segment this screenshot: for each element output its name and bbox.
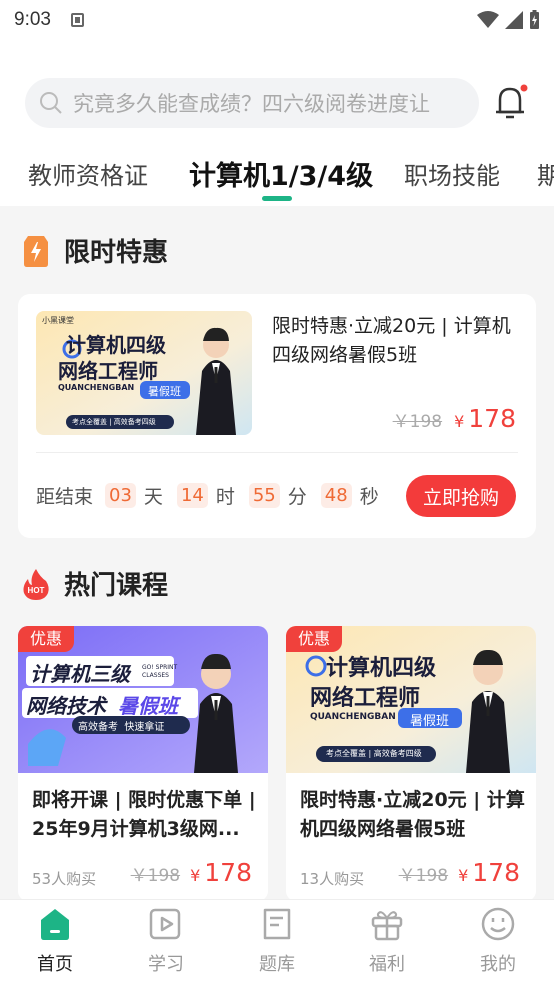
thumb-line1: 计算机四级 [326,656,437,681]
search-bar[interactable]: 究竟多久能查成绩？四六级阅卷进度让 [25,78,479,128]
tab-career-skills[interactable]: 职场技能 [404,156,500,191]
thumb-sub: QUANCHENGBAN [58,383,135,392]
currency-symbol: ¥ [454,412,465,431]
sale-price-value: 178 [472,858,520,887]
countdown-seconds: 48 [320,483,352,508]
thumb-footer: 考点全覆盖 | 高效备考四级 [326,749,422,758]
course-card-1[interactable]: 计算机三级 GO! SPRINT CLASSES 网络技术 暑假班 高效备考 快… [18,626,268,901]
currency-symbol: ¥ [458,866,469,885]
bell-icon [496,84,528,119]
thumb-line2: 网络工程师 [310,686,421,711]
smiley-icon [481,907,515,941]
thumb-line1: 计算机四级 [66,333,166,357]
currency-symbol: ¥ [190,866,201,885]
header: 究竟多久能查成绩？四六级阅卷进度让 教师资格证 计算机1/3/4级 职场技能 期 [0,40,554,206]
sale-price: ¥178 [458,858,520,887]
sale-price: ¥178 [454,404,516,433]
notification-indicator-icon [70,13,84,27]
course-card-2[interactable]: 计算机四级 网络工程师 QUANCHENGBAN 暑假班 考点全覆盖 | 高效备… [286,626,536,901]
sale-price-value: 178 [468,404,516,433]
thumb-tag: 暑假班 [410,714,450,729]
hot-courses-title: 热门课程 [64,571,169,601]
countdown-minutes-label: 分 [287,486,307,508]
discount-badge: 优惠 [286,626,343,652]
divider [36,452,518,453]
countdown-hours: 14 [176,483,208,508]
thumb-line2a: 网络技术 [26,694,106,718]
nav-question-bank[interactable]: 题库 [237,906,317,976]
thumb-tag: GO! SPRINT CLASSES [142,664,178,679]
course-card-1-title: 即将开课 | 限时优惠下单 | 25年9月计算机3级网... [32,789,256,840]
flash-sale-title: 限时特惠 [64,238,169,268]
search-icon [40,92,62,114]
nav-profile[interactable]: 我的 [458,906,538,976]
countdown-hours-label: 时 [215,486,235,508]
course-card-2-bought: 13人购买 [300,870,365,888]
nav-question-bank-label: 题库 [259,954,295,975]
flash-sale-course-title: 限时特惠·立减20元 | 计算机四级网络暑假5班 [272,315,511,366]
discount-badge: 优惠 [18,626,75,652]
original-price: ￥198 [130,866,181,886]
tab-more[interactable]: 期 [537,156,554,191]
status-time: 9:03 [14,9,51,30]
bottom-nav: 首页 学习 题库 福利 我的 [0,899,554,984]
hot-courses-heading: HOT 热门课程 [22,565,168,602]
tab-teacher-cert[interactable]: 教师资格证 [28,156,148,191]
nav-welfare[interactable]: 福利 [347,906,427,976]
countdown-days: 03 [105,483,136,508]
nav-home[interactable]: 首页 [15,906,95,976]
original-price: ￥198 [392,412,443,432]
svg-text:HOT: HOT [28,586,45,595]
hot-flame-icon: HOT [23,568,49,600]
search-placeholder: 究竟多久能查成绩？四六级阅卷进度让 [73,92,430,116]
nav-home-label: 首页 [37,954,73,975]
thumb-line2: 网络工程师 [58,359,158,383]
gift-icon [371,911,403,941]
sale-price: ¥178 [190,858,252,887]
flash-sale-prices: ￥198 ¥178 [393,404,516,433]
thumb-line2b: 暑假班 [118,694,178,718]
nav-study-label: 学习 [148,954,184,975]
course-card-2-title: 限时特惠·立减20元 | 计算机四级网络暑假5班 [300,789,525,840]
tab-active-indicator [262,196,292,201]
play-icon [149,908,181,940]
wifi-icon [477,11,499,28]
countdown-timer: 距结束 03 天 14 时 55 分 48 秒 [36,482,385,509]
nav-study[interactable]: 学习 [126,906,206,976]
thumb-footer: 高效备考 快速拿证 [78,722,165,733]
countdown-prefix: 距结束 [36,486,94,508]
tab-computer-levels[interactable]: 计算机1/3/4级 [189,154,373,193]
flash-sale-card[interactable]: 小黑课堂 计算机四级 网络工程师 QUANCHENGBAN 暑假班 考点全覆盖 … [18,294,536,538]
sale-price-value: 178 [204,858,252,887]
nav-welfare-label: 福利 [369,954,405,975]
status-bar: 9:03 [0,0,554,40]
course-card-2-prices: ￥198 ¥178 [399,858,520,887]
countdown-seconds-label: 秒 [359,486,379,508]
signal-icon [505,11,523,29]
thumb-tag: 暑假班 [148,385,181,398]
lightning-icon [24,235,48,267]
thumb-line1: 计算机三级 [30,662,130,686]
flash-sale-heading: 限时特惠 [22,232,168,269]
notification-bell-button[interactable] [494,84,528,122]
course-thumbnail: 小黑课堂 计算机四级 网络工程师 QUANCHENGBAN 暑假班 考点全覆盖 … [36,311,252,435]
home-icon [41,909,69,940]
course-card-1-bought: 53人购买 [32,870,97,888]
battery-icon [530,10,539,29]
nav-profile-label: 我的 [480,954,516,975]
thumb-brand: 小黑课堂 [42,316,74,325]
original-price: ￥198 [398,866,449,886]
thumb-footer: 考点全覆盖 | 高效备考四级 [72,418,156,426]
countdown-minutes: 55 [248,483,280,508]
document-icon [263,908,291,940]
course-card-1-prices: ￥198 ¥178 [131,858,252,887]
buy-now-button[interactable]: 立即抢购 [406,475,516,517]
category-tabs: 教师资格证 计算机1/3/4级 职场技能 期 [0,150,554,206]
countdown-days-label: 天 [143,486,163,508]
thumb-sub: QUANCHENGBAN [310,712,396,722]
